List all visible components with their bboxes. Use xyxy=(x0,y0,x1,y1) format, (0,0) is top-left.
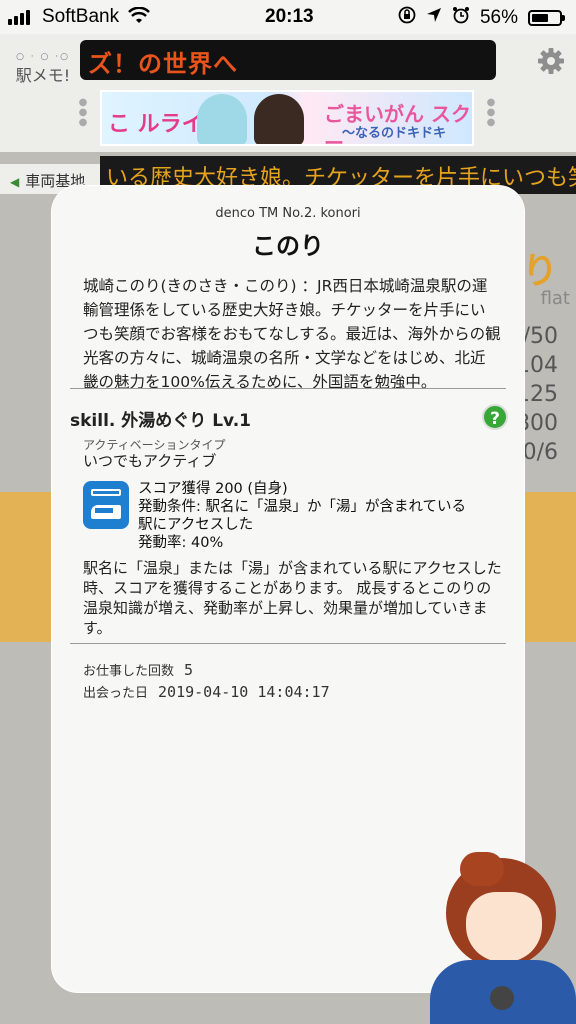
divider xyxy=(70,388,506,389)
banner-prev-dots: ● ● ● xyxy=(78,97,88,128)
ad-banner[interactable]: こ ルライフ ごまいがん スクー 〜なるのドキドキ xyxy=(100,90,474,146)
skill-effect-rate: 発動率: 40% xyxy=(138,535,224,551)
clock: 20:13 xyxy=(265,6,314,27)
battery-percent: 56% xyxy=(479,7,518,28)
carrier-label: SoftBank xyxy=(42,6,120,27)
dex-number: denco TM No.2. konori xyxy=(215,206,361,221)
app-logo-text: 駅メモ! xyxy=(15,66,71,85)
train-score-icon xyxy=(83,481,129,529)
battery-icon xyxy=(528,10,565,26)
status-bar: SoftBank 20:13 56% xyxy=(0,0,576,34)
background-type: flat xyxy=(540,288,570,309)
orientation-lock-icon xyxy=(398,6,416,30)
divider xyxy=(70,643,506,644)
gear-icon[interactable] xyxy=(536,46,566,76)
news-ticker[interactable]: ズ！の世界へ xyxy=(80,40,496,80)
work-count: お仕事した回数 5 xyxy=(83,660,193,679)
skill-effect: スコア獲得 200 (自身) 発動条件: 駅名に「温泉」か「湯」が含まれている … xyxy=(138,480,508,552)
app-logo[interactable]: ○ · ○ ·○ 駅メモ! xyxy=(12,52,74,100)
back-arrow-icon: ◀ xyxy=(10,175,20,189)
skill-title: skill. 外湯めぐり Lv.1 xyxy=(70,411,252,431)
skill-effect-condition-cont: 駅にアクセスした xyxy=(138,517,254,533)
skill-effect-condition: 発動条件: 駅名に「温泉」か「湯」が含まれている xyxy=(138,499,467,515)
mascot-character[interactable] xyxy=(430,852,576,1024)
ticker-text: ズ！の世界へ xyxy=(88,50,238,78)
app-header: ○ · ○ ·○ 駅メモ! ズ！の世界へ ● ● ● こ ルライフ ごまいがん スク… xyxy=(0,34,576,152)
banner-character-2 xyxy=(254,94,304,144)
activation-type-value: いつでもアクティブ xyxy=(83,452,217,470)
microphone-icon xyxy=(490,986,514,1010)
banner-next-dots: ● ● ● xyxy=(486,97,496,128)
banner-right-subtitle: 〜なるのドキドキ xyxy=(342,126,447,141)
alarm-icon xyxy=(452,6,470,30)
denco-description: 城崎このり(きのさき・このり) ：JR西日本城崎温泉駅の運輸管理係をしている歴史… xyxy=(83,277,501,391)
denco-name: このり xyxy=(252,232,324,260)
wifi-icon xyxy=(128,6,150,31)
work-count-label: お仕事した回数 xyxy=(83,664,175,679)
skill-effect-score: スコア獲得 200 (自身) xyxy=(138,481,288,497)
help-icon[interactable]: ? xyxy=(482,404,508,430)
met-date: 出会った日 2019-04-10 14:04:17 xyxy=(83,682,330,701)
location-icon xyxy=(426,7,442,29)
signal-icon xyxy=(8,10,30,25)
banner-character-1 xyxy=(197,94,247,144)
skill-description: 駅名に「温泉」または「湯」が含まれている駅にアクセスした時、スコアを獲得すること… xyxy=(83,559,502,637)
met-date-label: 出会った日 xyxy=(83,686,149,701)
work-count-value: 5 xyxy=(184,661,194,679)
met-date-value: 2019-04-10 14:04:17 xyxy=(158,683,330,701)
